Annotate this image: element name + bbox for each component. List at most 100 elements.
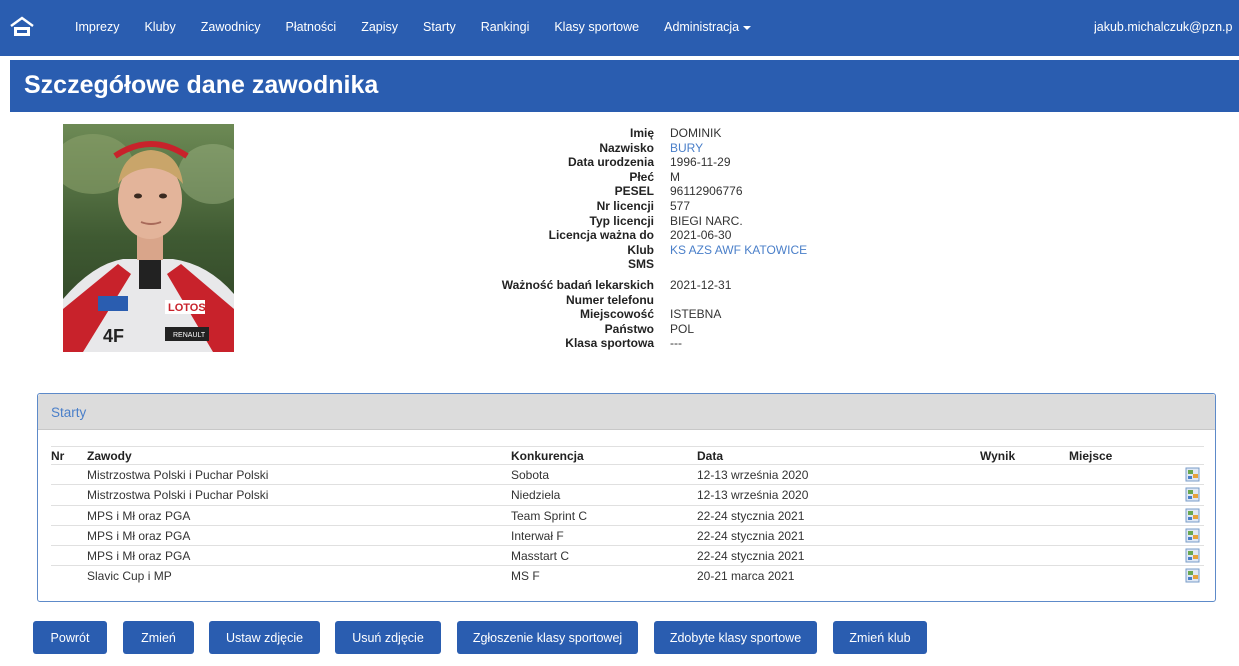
cell-data: 22-24 stycznia 2021 [697,528,805,543]
detail-label: Nazwisko [599,140,654,155]
nav-item-kluby[interactable]: Kluby [144,20,175,34]
nav-item-administracja-label: Administracja [664,20,740,34]
detail-label: Płeć [629,169,654,184]
table-header-row: Nr Zawody Konkurencja Data Wynik Miejsce [51,446,1204,464]
cell-zawody: MPS i Mł oraz PGA [87,549,191,564]
table-row: MPS i Mł oraz PGA Interwał F 22-24 stycz… [51,524,1204,545]
detail-row-nazwisko: Nazwisko BURY [440,141,860,156]
detail-value: 2021-12-31 [670,277,732,292]
nav-item-rankingi[interactable]: Rankingi [481,20,530,34]
cell-konkurencja: Team Sprint C [511,508,588,523]
detail-row-klub: Klub KS AZS AWF KATOWICE [440,243,860,258]
back-button[interactable]: Powrót [33,621,107,654]
detail-value: BIEGI NARC. [670,213,743,228]
detail-value: 1996-11-29 [670,155,731,170]
column-header-konkurencja: Konkurencja [511,449,584,463]
detail-label: Klub [627,242,654,257]
result-details-icon[interactable] [1185,528,1200,543]
table-row: MPS i Mł oraz PGA Masstart C 22-24 stycz… [51,545,1204,565]
detail-label: SMS [627,257,654,272]
detail-value: M [670,169,680,184]
column-header-miejsce: Miejsce [1069,449,1113,463]
column-header-zawody: Zawody [87,449,132,463]
cell-zawody: Mistrzostwa Polski i Puchar Polski [87,468,269,482]
result-details-icon[interactable] [1185,487,1200,502]
detail-label: Imię [629,126,654,140]
user-email-link[interactable]: jakub.michalczuk@pzn.p [1094,20,1239,34]
detail-value: ISTEBNA [670,307,722,322]
detail-row-nr-licencji: Nr licencji 577 [440,199,860,214]
starty-panel-header [38,394,1215,430]
detail-label: Państwo [604,321,654,336]
detail-value: POL [670,321,695,336]
page-header: Szczegółowe dane zawodnika [10,60,1239,112]
nav-item-starty[interactable]: Starty [423,20,456,34]
column-header-nr: Nr [51,449,65,463]
detail-row-klasa-sportowa: Klasa sportowa --- [440,336,860,351]
change-club-button[interactable]: Zmień klub [833,621,927,654]
result-details-icon[interactable] [1185,568,1200,583]
detail-label: Nr licencji [596,198,654,213]
table-row: Slavic Cup i MP MS F 20-21 marca 2021 [51,565,1204,585]
detail-value: 96112906776 [670,184,743,199]
result-details-icon[interactable] [1185,548,1200,563]
nav-item-zawodnicy[interactable]: Zawodnicy [201,20,261,34]
detail-label: Ważność badań lekarskich [501,277,654,292]
detail-label: Numer telefonu [565,292,654,307]
cell-data: 12-13 września 2020 [697,468,809,482]
athlete-photo: LOTOS 4F RENAULT [63,124,234,352]
cell-konkurencja: Sobota [511,468,550,482]
detail-label: Miejscowość [579,307,654,322]
svg-text:4F: 4F [103,326,124,346]
detail-row-badania: Ważność badań lekarskich 2021-12-31 [440,278,860,293]
cell-konkurencja: Masstart C [511,549,570,564]
result-details-icon[interactable] [1185,508,1200,523]
nav-item-platnosci[interactable]: Płatności [285,20,336,34]
athlete-details: Imię DOMINIK Nazwisko BURY Data urodzenia 1… [440,126,860,351]
cell-data: 22-24 stycznia 2021 [697,549,805,564]
cell-zawody: Slavic Cup i MP [87,569,172,584]
sport-class-application-button[interactable]: Zgłoszenie klasy sportowej [457,621,638,654]
result-details-icon[interactable] [1185,467,1200,482]
club-link[interactable]: KS AZS AWF KATOWICE [670,243,807,258]
detail-row-typ-licencji: Typ licencji BIEGI NARC. [440,214,860,229]
detail-label: Licencja ważna do [548,228,654,243]
earned-sport-classes-button[interactable]: Zdobyte klasy sportowe [654,621,817,654]
detail-value: --- [670,336,682,351]
nav-item-zapisy[interactable]: Zapisy [361,20,398,34]
detail-label: PESEL [614,184,654,199]
edit-button[interactable]: Zmień [123,621,194,654]
surname-link[interactable]: BURY [670,141,703,156]
cell-data: 22-24 stycznia 2021 [697,508,805,523]
cell-zawody: MPS i Mł oraz PGA [87,528,191,543]
home-icon[interactable] [10,16,34,38]
nav-item-administracja[interactable]: Administracja [664,20,752,34]
starty-panel: Starty Nr Zawody Konkurencja Data Wynik … [37,393,1216,602]
cell-data: 12-13 września 2020 [697,488,809,503]
detail-label: Klasa sportowa [565,336,654,351]
detail-value: DOMINIK [670,126,722,140]
svg-text:LOTOS: LOTOS [168,302,206,314]
svg-text:RENAULT: RENAULT [173,332,206,339]
detail-row-panstwo: Państwo POL [440,322,860,337]
starty-table: Nr Zawody Konkurencja Data Wynik Miejsce… [51,446,1204,586]
detail-row-miejscowosc: Miejscowość ISTEBNA [440,307,860,322]
detail-value: 577 [670,198,691,213]
set-photo-button[interactable]: Ustaw zdjęcie [209,621,320,654]
detail-row-telefon: Numer telefonu [440,293,860,308]
cell-zawody: MPS i Mł oraz PGA [87,508,191,523]
nav-item-klasy-sportowe[interactable]: Klasy sportowe [554,20,639,34]
detail-row-data-urodzenia: Data urodzenia 1996-11-29 [440,155,860,170]
page-title: Szczegółowe dane zawodnika [24,71,379,99]
detail-row-pesel: PESEL 96112906776 [440,184,860,199]
detail-row-sms: SMS [440,257,860,272]
nav-item-imprezy[interactable]: Imprezy [75,20,119,34]
table-row: MPS i Mł oraz PGA Team Sprint C 22-24 st… [51,504,1204,525]
delete-photo-button[interactable]: Usuń zdjęcie [335,621,441,654]
starty-panel-title: Starty [51,405,87,420]
column-header-data: Data [697,449,724,463]
detail-row-plec: Płeć M [440,170,860,185]
table-row: Mistrzostwa Polski i Puchar Polski Niedz… [51,484,1204,504]
detail-row-licencja-wazna-do: Licencja ważna do 2021-06-30 [440,228,860,243]
cell-konkurencja: Niedziela [511,488,561,503]
